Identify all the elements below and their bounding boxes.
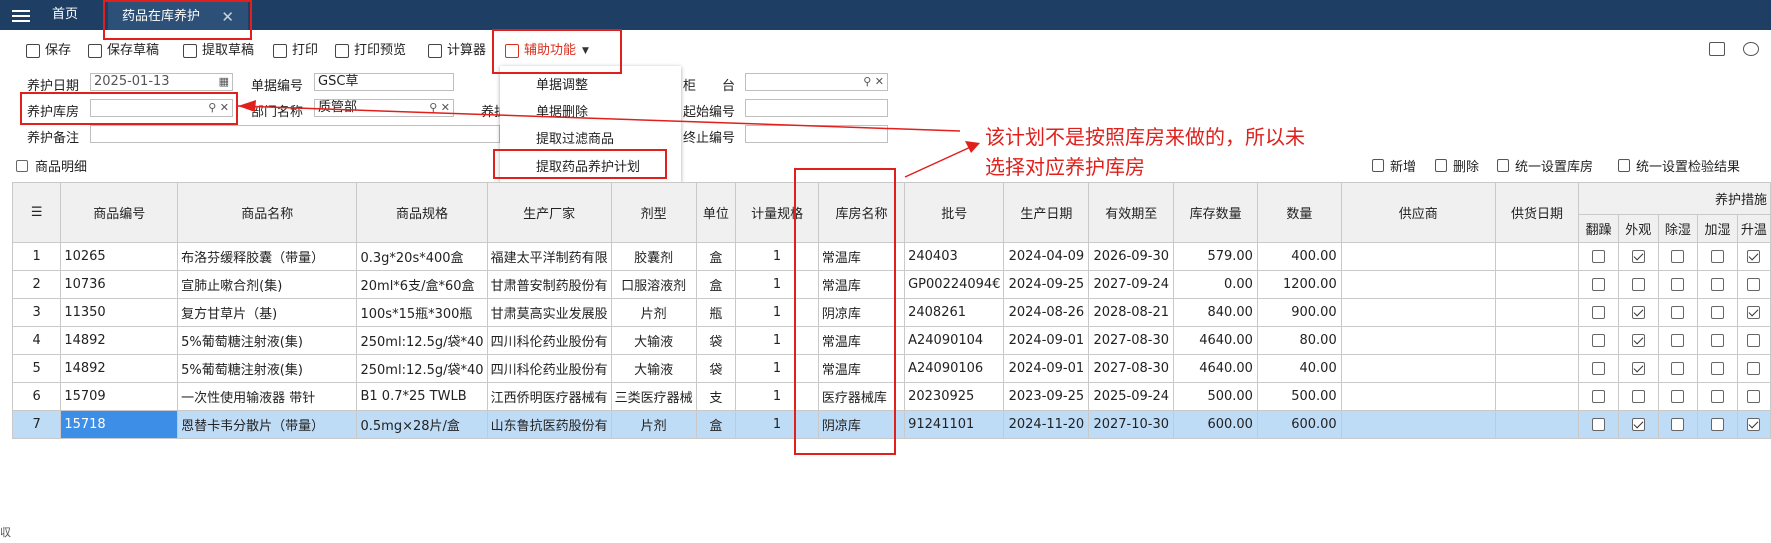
annotation-text: 该计划不是按照库房来做的，所以未 选择对应养护库房: [985, 125, 1305, 179]
arrow-line: [904, 144, 976, 178]
annotation-arrows: [237, 100, 980, 178]
arrow-head: [238, 100, 256, 112]
arrow-head: [965, 141, 980, 153]
arrow-line: [237, 105, 961, 132]
